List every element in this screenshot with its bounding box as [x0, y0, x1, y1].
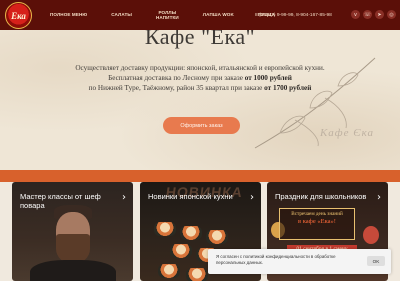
- event-sign: Встречаем день знаний в кафе «Ека»!: [279, 208, 355, 240]
- chevron-right-icon[interactable]: ›: [122, 192, 126, 203]
- promo-card-master-class[interactable]: Мастер классы от шеф повара ›: [12, 182, 133, 281]
- balloon-decoration: [363, 226, 379, 244]
- page-title: Кафе "Ека": [144, 30, 256, 49]
- cookie-consent-text: Я согласен с политикой конфиденциальност…: [216, 254, 336, 265]
- hero-description-line1: Осуществляет доставку продукции: японско…: [75, 64, 325, 72]
- cafe-logo[interactable]: Ека: [5, 2, 32, 29]
- vk-icon[interactable]: v: [351, 10, 360, 19]
- nav-item-full-menu[interactable]: Полное меню: [50, 12, 87, 17]
- sushi-image: [170, 244, 192, 258]
- promo-card-title: Новинки японской кухни: [148, 192, 233, 201]
- sushi-image: [154, 222, 176, 236]
- top-navigation-bar: Ека Полное меню Салаты Роллы Напитки Лап…: [0, 0, 400, 30]
- cookie-consent-banner: Я согласен с политикой конфиденциальност…: [208, 249, 391, 274]
- accent-stripe: [0, 170, 400, 182]
- chevron-right-icon[interactable]: ›: [377, 192, 381, 203]
- sushi-image: [186, 268, 208, 281]
- sushi-image: [158, 264, 180, 278]
- hero-section: Кафе "Ека" Осуществляет доставку продукц…: [0, 30, 400, 182]
- promo-card-title: Мастер классы от шеф повара: [20, 192, 101, 210]
- hero-description-line3: по Нижней Туре, Таёжному, район 35 кварт…: [88, 84, 312, 92]
- hero-description-line2: Бесплатная доставка по Лесному при заказ…: [108, 74, 292, 82]
- chef-photo-body: [30, 260, 116, 281]
- main-nav: Полное меню Салаты Роллы Напитки Лапша W…: [50, 0, 275, 30]
- phone-numbers[interactable]: 8 (34542) 9-99-99, 8-904-167-85-98: [255, 13, 332, 18]
- telegram-icon[interactable]: ➤: [375, 10, 384, 19]
- cookie-ok-button[interactable]: OK: [367, 256, 385, 266]
- instagram-icon[interactable]: ◎: [387, 10, 396, 19]
- signature-logo: Кафе Єка: [320, 127, 374, 139]
- whatsapp-icon[interactable]: ☏: [363, 10, 372, 19]
- nav-item-wok[interactable]: Лапша WOK: [203, 12, 234, 17]
- sushi-image: [180, 226, 202, 240]
- sushi-image: [206, 230, 228, 244]
- nav-item-salads[interactable]: Салаты: [111, 12, 132, 17]
- chevron-right-icon[interactable]: ›: [250, 192, 254, 203]
- place-order-button[interactable]: Оформить заказ: [163, 117, 240, 134]
- promo-card-title: Праздник для школьников: [275, 192, 367, 201]
- nav-item-rolls-drinks[interactable]: Роллы Напитки: [156, 10, 179, 21]
